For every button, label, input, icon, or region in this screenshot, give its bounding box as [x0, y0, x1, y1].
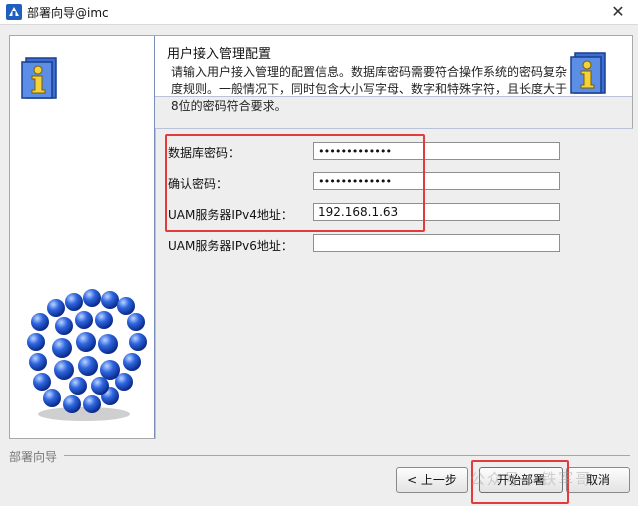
left-panel [10, 36, 155, 438]
molecule-cube-image [27, 289, 147, 421]
info-icon [570, 52, 606, 94]
footer-group-label: 部署向导 [9, 448, 62, 465]
window-title: 部署向导@imc [27, 6, 109, 20]
ipv6-input[interactable] [313, 234, 560, 252]
page-description: 请输入用户接入管理的配置信息。数据库密码需要符合操作系统的密码复杂度规则。一般情… [171, 65, 568, 113]
close-icon[interactable]: ✕ [598, 0, 638, 24]
watermark-text: 公众号 · 铁军哥 [470, 470, 593, 488]
info-icon [21, 57, 57, 99]
ipv6-label: UAM服务器IPv6地址： [168, 239, 293, 253]
page-title: 用户接入管理配置 [167, 47, 272, 62]
wizard-header: 用户接入管理配置 请输入用户接入管理的配置信息。数据库密码需要符合操作系统的密码… [155, 36, 632, 113]
back-button[interactable]: < 上一步 [396, 467, 468, 493]
title-bar: 部署向导@imc ✕ [0, 0, 638, 24]
title-divider [0, 24, 638, 25]
app-icon [6, 4, 22, 20]
highlight-box-fields [165, 134, 425, 232]
footer-divider [64, 455, 630, 456]
